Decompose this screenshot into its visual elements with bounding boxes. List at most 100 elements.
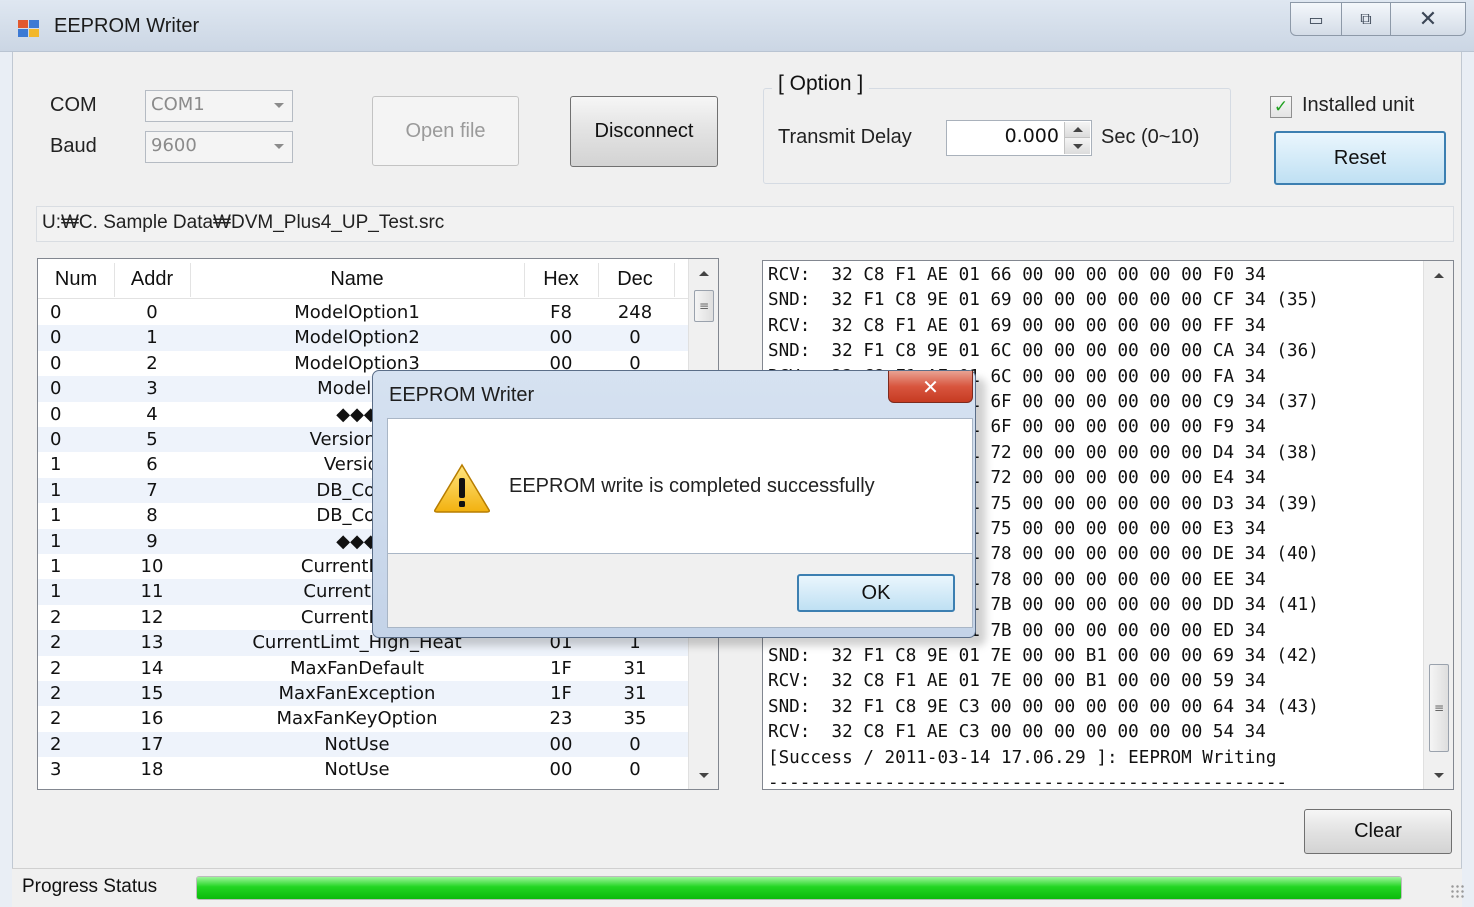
disconnect-button[interactable]: Disconnect bbox=[570, 96, 718, 167]
app-icon bbox=[18, 20, 40, 38]
log-scrollbar[interactable]: ≡ bbox=[1423, 261, 1453, 789]
installed-unit-checkbox[interactable]: ✓ bbox=[1270, 96, 1292, 118]
arrow-down-icon bbox=[698, 772, 709, 778]
chevron-down-icon bbox=[274, 103, 284, 108]
clear-button[interactable]: Clear bbox=[1304, 809, 1452, 854]
arrow-down-icon bbox=[1433, 772, 1444, 778]
dialog-title: EEPROM Writer bbox=[389, 384, 535, 406]
scroll-up-arrow[interactable] bbox=[689, 259, 718, 287]
cell-dec: 35 bbox=[623, 708, 647, 730]
spin-down-button[interactable] bbox=[1065, 138, 1090, 154]
cell-hex: 1F bbox=[550, 683, 572, 704]
cell-name: MaxFanDefault bbox=[289, 657, 425, 679]
scroll-thumb[interactable]: ≡ bbox=[694, 290, 714, 322]
file-path-field: U:₩C. Sample Data₩DVM_Plus4_UP_Test.src bbox=[36, 206, 1454, 242]
cell-dec: 0 bbox=[629, 759, 641, 781]
cell-addr: 18 bbox=[140, 759, 164, 781]
cell-hex: 00 bbox=[549, 759, 573, 781]
cell-addr: 15 bbox=[140, 683, 164, 704]
warning-icon bbox=[434, 463, 490, 513]
col-dec-header[interactable]: Dec bbox=[598, 268, 672, 291]
cell-num: 0 bbox=[50, 302, 62, 323]
log-line: RCV: 32 C8 F1 AE 01 66 00 00 00 00 00 00… bbox=[768, 265, 1266, 285]
open-file-button[interactable]: Open file bbox=[372, 96, 519, 166]
col-hex-header[interactable]: Hex bbox=[524, 268, 598, 291]
arrow-up-icon bbox=[1433, 272, 1444, 278]
cell-num: 0 bbox=[50, 403, 62, 425]
table-row[interactable]: 0 1 ModelOption2 00 0 bbox=[38, 325, 688, 351]
cell-addr: 14 bbox=[140, 657, 164, 679]
cell-addr: 4 bbox=[146, 403, 158, 425]
cell-addr: 10 bbox=[140, 556, 164, 577]
cell-num: 2 bbox=[50, 683, 62, 704]
cell-addr: 2 bbox=[146, 352, 158, 374]
table-row[interactable]: 2 16 MaxFanKeyOption 23 35 bbox=[38, 706, 688, 731]
log-line: RCV: 32 C8 F1 AE C3 00 00 00 00 00 00 00… bbox=[768, 722, 1266, 743]
cell-num: 1 bbox=[50, 505, 62, 527]
cell-dec: 248 bbox=[617, 302, 653, 323]
cell-hex: 00 bbox=[549, 327, 573, 349]
dialog-close-button[interactable]: ✕ bbox=[888, 371, 973, 403]
cell-addr: 13 bbox=[140, 632, 164, 654]
table-row[interactable]: 3 18 NotUse 00 0 bbox=[38, 757, 688, 782]
cell-addr: 1 bbox=[146, 327, 158, 349]
scroll-down-arrow[interactable] bbox=[1424, 761, 1453, 789]
cell-hex: 23 bbox=[549, 708, 573, 730]
log-line: ----------------------------------------… bbox=[768, 773, 1288, 790]
scroll-up-arrow[interactable] bbox=[1424, 261, 1453, 289]
progress-bar bbox=[196, 876, 1402, 900]
table-row[interactable]: 2 17 NotUse 00 0 bbox=[38, 731, 688, 758]
message-dialog: EEPROM Writer ✕ EEPROM write is complete… bbox=[372, 370, 976, 638]
chevron-down-icon bbox=[274, 144, 284, 149]
cell-num: 0 bbox=[50, 429, 62, 450]
ok-button[interactable]: OK bbox=[797, 574, 955, 612]
col-num-header[interactable]: Num bbox=[42, 268, 110, 291]
cell-num: 1 bbox=[50, 530, 62, 552]
cell-num: 1 bbox=[50, 479, 62, 501]
cell-num: 0 bbox=[50, 352, 62, 374]
cell-addr: 17 bbox=[140, 733, 164, 755]
cell-addr: 11 bbox=[140, 581, 164, 603]
transmit-delay-label: Transmit Delay bbox=[778, 126, 912, 148]
baud-select[interactable]: 9600 bbox=[145, 131, 293, 163]
cell-num: 0 bbox=[50, 327, 62, 349]
cell-addr: 7 bbox=[146, 479, 158, 501]
cell-addr: 9 bbox=[146, 530, 158, 552]
transmit-delay-spinner[interactable]: 0.000 bbox=[946, 120, 1092, 156]
scroll-thumb[interactable]: ≡ bbox=[1429, 664, 1449, 752]
spin-up-button[interactable] bbox=[1065, 122, 1090, 138]
baud-value: 9600 bbox=[151, 135, 197, 156]
maximize-button[interactable]: ⧉ bbox=[1341, 2, 1391, 36]
grid-header: Num Addr Name Hex Dec bbox=[38, 259, 688, 299]
cell-name: NotUse bbox=[324, 759, 390, 781]
col-addr-header[interactable]: Addr bbox=[116, 268, 188, 291]
cell-name: NotUse bbox=[324, 733, 390, 755]
installed-unit-label: Installed unit bbox=[1302, 94, 1415, 116]
cell-hex: 00 bbox=[549, 733, 573, 755]
cell-hex: 1F bbox=[550, 657, 572, 679]
cell-num: 2 bbox=[50, 708, 62, 730]
transmit-delay-value: 0.000 bbox=[1004, 125, 1059, 147]
progress-fill bbox=[197, 877, 1401, 899]
reset-button[interactable]: Reset bbox=[1274, 131, 1446, 185]
log-line: SND: 32 F1 C8 9E 01 7E 00 00 B1 00 00 00… bbox=[768, 646, 1319, 666]
minimize-button[interactable]: ▭ bbox=[1290, 2, 1342, 36]
table-row[interactable]: 2 14 MaxFanDefault 1F 31 bbox=[38, 656, 688, 681]
scroll-down-arrow[interactable] bbox=[689, 761, 718, 789]
cell-addr: 12 bbox=[140, 606, 164, 628]
com-select[interactable]: COM1 bbox=[145, 90, 293, 122]
log-line: SND: 32 F1 C8 9E 01 6C 00 00 00 00 00 00… bbox=[768, 341, 1319, 362]
cell-dec: 31 bbox=[623, 657, 647, 679]
resize-grip[interactable] bbox=[1450, 884, 1464, 898]
close-button[interactable]: ✕ bbox=[1390, 2, 1466, 36]
log-line: RCV: 32 C8 F1 AE 01 69 00 00 00 00 00 00… bbox=[768, 315, 1266, 336]
cell-num: 2 bbox=[50, 606, 62, 628]
table-row[interactable]: 2 15 MaxFanException 1F 31 bbox=[38, 681, 688, 707]
baud-label: Baud bbox=[50, 135, 97, 157]
col-name-header[interactable]: Name bbox=[190, 268, 524, 291]
log-line: SND: 32 F1 C8 9E C3 00 00 00 00 00 00 00… bbox=[768, 696, 1319, 717]
log-line: [Success / 2011-03-14 17.06.29 ]: EEPROM… bbox=[768, 747, 1277, 768]
table-row[interactable]: 0 0 ModelOption1 F8 248 bbox=[38, 300, 688, 325]
progress-status-label: Progress Status bbox=[22, 876, 158, 897]
cell-name: MaxFanException bbox=[278, 683, 436, 704]
